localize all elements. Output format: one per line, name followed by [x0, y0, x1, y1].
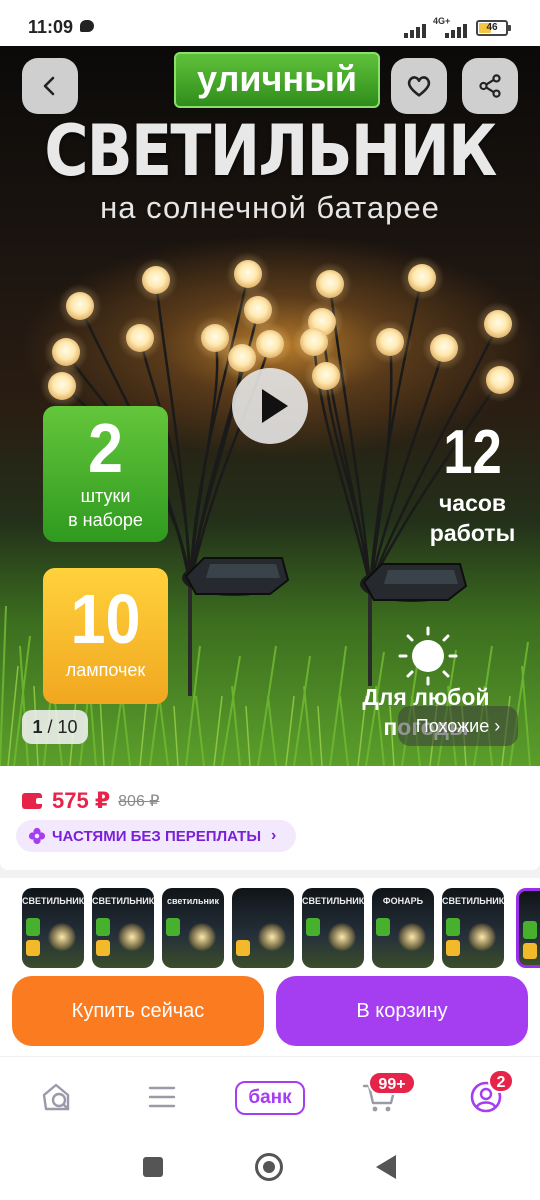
- current-price: 575 ₽: [52, 788, 111, 813]
- hero-top-label: уличный: [174, 52, 380, 108]
- thumbnail-8-selected[interactable]: [516, 888, 540, 968]
- old-price: 806 ₽: [118, 793, 160, 810]
- home-search-icon: [42, 1083, 70, 1111]
- thumbnail-2[interactable]: СВЕТИЛЬНИК: [92, 888, 154, 968]
- gallery-current: 1: [32, 717, 43, 737]
- set-count-line2: в наборе: [68, 510, 143, 530]
- thumbnail-title: СВЕТИЛЬНИК: [22, 896, 84, 906]
- sun-icon: [398, 626, 458, 686]
- back-arrow-icon: [43, 76, 55, 96]
- chat-notification-icon: [80, 20, 94, 32]
- hero-title: СВЕТИЛЬНИК: [44, 110, 497, 192]
- set-count-line1: штуки: [80, 486, 131, 506]
- thumbnail-4[interactable]: [232, 888, 294, 968]
- cart-count-badge: 99+: [368, 1071, 416, 1095]
- section-divider: [0, 862, 540, 878]
- work-hours-line1: часов: [438, 490, 507, 516]
- thumbnail-3[interactable]: светильник: [162, 888, 224, 968]
- product-gallery[interactable]: уличный СВЕТИЛЬНИК на солнечной батарее …: [0, 46, 540, 766]
- status-time: 11:09: [28, 17, 74, 37]
- favorite-button[interactable]: [391, 58, 447, 114]
- battery-icon: 46: [476, 20, 511, 36]
- system-navigation-bar: [0, 1140, 540, 1200]
- thumbnail-title: СВЕТИЛЬНИК: [302, 896, 364, 906]
- add-to-cart-button[interactable]: В корзину: [276, 976, 528, 1046]
- hero-subtitle: на солнечной батарее: [100, 190, 440, 225]
- nav-catalog[interactable]: [142, 1077, 182, 1117]
- profile-notification-badge: 2: [488, 1069, 514, 1093]
- thumbnail-1[interactable]: СВЕТИЛЬНИК: [22, 888, 84, 968]
- thumbnail-title: СВЕТИЛЬНИК: [92, 896, 154, 906]
- share-icon: [479, 74, 501, 98]
- share-button[interactable]: [462, 58, 518, 114]
- lamps-count-label: лампочек: [65, 660, 146, 680]
- work-hours-number: 12: [443, 418, 502, 487]
- battery-level: 46: [486, 22, 498, 33]
- thumbnail-7[interactable]: СВЕТИЛЬНИК: [442, 888, 504, 968]
- play-video-button[interactable]: [232, 368, 308, 444]
- installments-flower-icon: [28, 827, 46, 845]
- similar-button[interactable]: Похожие ›: [398, 706, 518, 746]
- status-bar: 11:09 4G+ 46: [0, 0, 540, 46]
- nav-bank[interactable]: банк: [235, 1081, 305, 1115]
- gallery-counter: 1 / 10: [22, 710, 88, 744]
- back-button[interactable]: [22, 58, 78, 114]
- price-row: 575 ₽ 806 ₽: [22, 786, 159, 816]
- home-icon[interactable]: [255, 1153, 283, 1181]
- nav-home[interactable]: [38, 1077, 78, 1117]
- catalog-menu-icon: [148, 1086, 176, 1108]
- buy-now-button[interactable]: Купить сейчас: [12, 976, 264, 1046]
- bottom-navigation: банк 99+ 2: [0, 1056, 540, 1140]
- thumbnail-strip[interactable]: СВЕТИЛЬНИК СВЕТИЛЬНИК светильник СВЕТИЛЬ…: [22, 888, 540, 968]
- lamps-count-badge: 10 лампочек: [43, 568, 168, 704]
- work-hours-line2: работы: [429, 520, 516, 546]
- recent-apps-icon[interactable]: [143, 1157, 163, 1177]
- back-triangle-icon[interactable]: [376, 1155, 396, 1179]
- lamps-count-number: 10: [70, 580, 141, 658]
- heart-icon: [407, 76, 431, 97]
- signal-icon-2: [445, 22, 469, 38]
- thumbnail-5[interactable]: СВЕТИЛЬНИК: [302, 888, 364, 968]
- chevron-right-icon: ›: [271, 827, 277, 844]
- work-hours-info: 12 часов работы: [410, 418, 535, 548]
- set-count-number: 2: [87, 409, 124, 487]
- thumbnail-title: светильник: [167, 896, 219, 906]
- thumbnail-title: СВЕТИЛЬНИК: [442, 896, 504, 906]
- installments-button[interactable]: ЧАСТЯМИ БЕЗ ПЕРЕПЛАТЫ ›: [16, 820, 297, 852]
- installments-label: ЧАСТЯМИ БЕЗ ПЕРЕПЛАТЫ: [52, 827, 262, 845]
- thumbnail-title: ФОНАРЬ: [382, 896, 424, 906]
- thumbnail-6[interactable]: ФОНАРЬ: [372, 888, 434, 968]
- gallery-total: 10: [57, 717, 78, 737]
- signal-icon: [404, 22, 428, 38]
- set-count-badge: 2 штуки в наборе: [43, 406, 168, 542]
- wallet-icon: [22, 793, 44, 809]
